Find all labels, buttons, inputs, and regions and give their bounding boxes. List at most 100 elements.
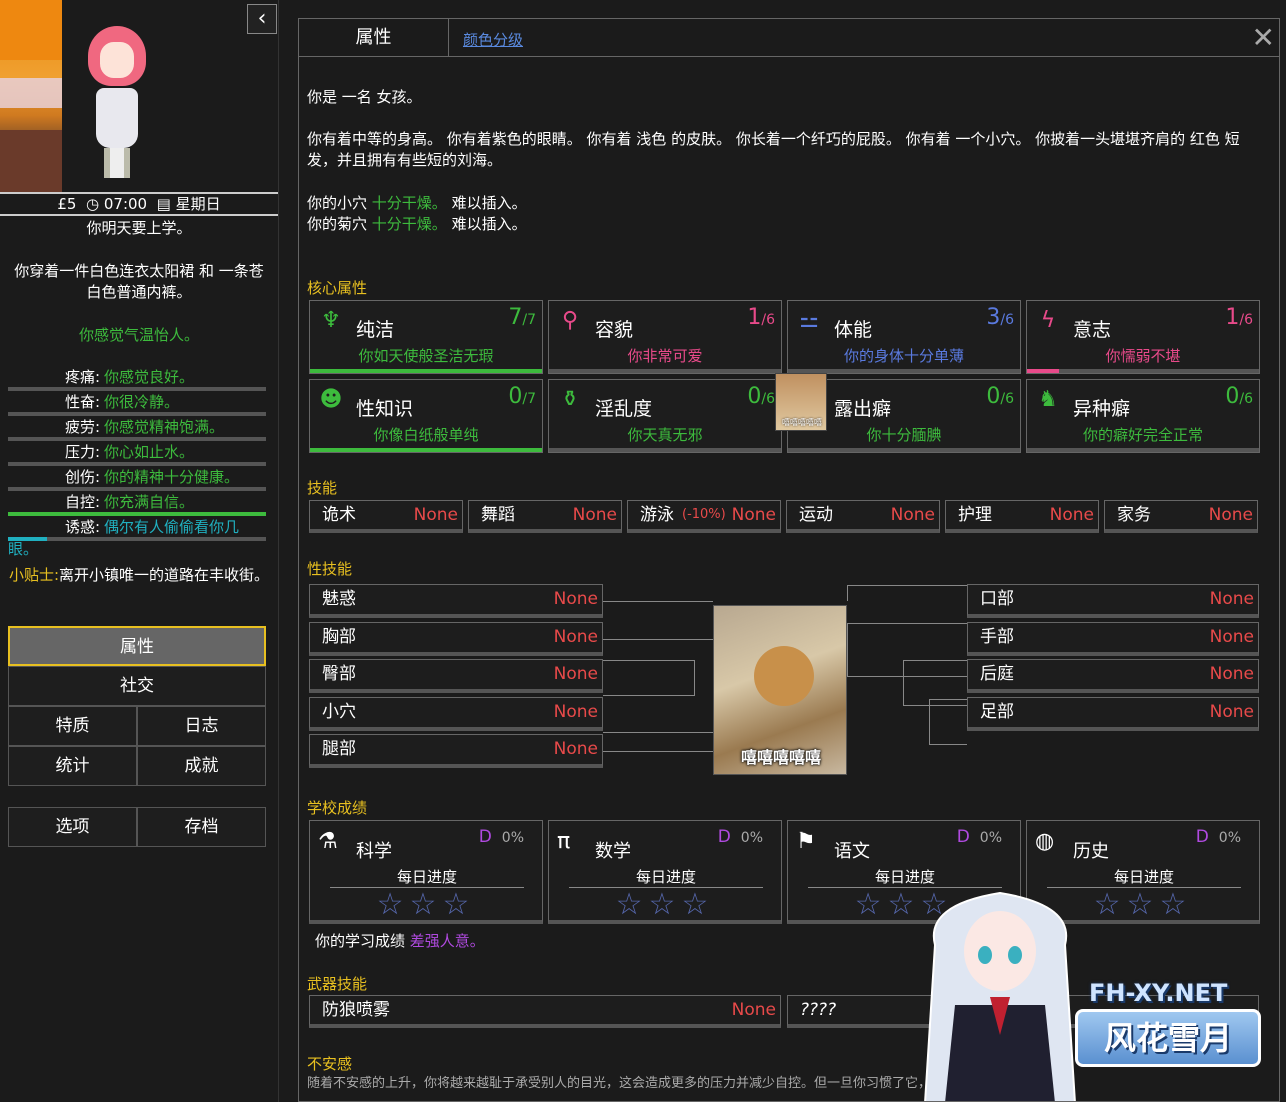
sex-skills-title: 性技能 [307, 560, 353, 578]
core-attr-name: 露出癖 [834, 398, 892, 420]
sex-skill-right[interactable]: 手部 None [967, 621, 1259, 656]
sex-skill-left[interactable]: 臀部 None [309, 659, 603, 693]
progress-stars: ☆☆☆ [376, 887, 476, 922]
skill-1[interactable]: 舞蹈 None [468, 500, 622, 533]
status-line: £5 ◷ 07:00 ▤ 星期日 [0, 192, 278, 216]
sex-skill-value: None [1209, 626, 1254, 647]
avatar-face [100, 42, 134, 78]
anus-label: 你的菊穴 [307, 215, 368, 233]
sex-skill-left[interactable]: 腿部 None [309, 734, 603, 768]
menu-attributes-button[interactable]: 属性 [8, 626, 266, 666]
core-attr-bar [1027, 448, 1259, 452]
sex-skill-name: 口部 [980, 589, 1014, 609]
weapon-skills-title: 武器技能 [307, 975, 368, 993]
doge-meme: 嘻嘻嘻嘻嘻 [713, 605, 847, 775]
skill-4[interactable]: 护理 None [945, 500, 1099, 533]
stat-row: 自控: 你充满自信。 [8, 491, 266, 516]
sex-skill-right[interactable]: 后庭 None [967, 659, 1259, 693]
tab-bar: 属性 颜色分级 ✕ [299, 19, 1279, 57]
menu-options-button[interactable]: 选项 [8, 807, 137, 847]
core-attr-score: 1/6 [747, 305, 775, 330]
gender-description: 你是 一名 女孩。 [307, 88, 422, 106]
girl-face-icon: ☻ [319, 387, 343, 412]
doge-face [754, 646, 814, 706]
attributes-panel: 属性 颜色分级 ✕ 你是 一名 女孩。 你有着中等的身高。 你有着紫色的眼睛。 … [298, 18, 1280, 1102]
globe-icon: ◍ [1035, 829, 1055, 854]
score-value: 0 [508, 384, 523, 409]
weapon-unknown-name: ???? [800, 1000, 837, 1020]
stat-value: 你充满自信。 [104, 493, 195, 511]
menu-social-button[interactable]: 社交 [8, 666, 266, 706]
sex-skill-right[interactable]: 足部 None [967, 696, 1259, 731]
grade-letter: D [717, 827, 731, 847]
core-attr-score: 0/6 [1225, 384, 1253, 409]
sex-skill-left[interactable]: 小穴 None [309, 696, 603, 731]
core-attr-name: 淫乱度 [595, 398, 653, 420]
sex-skill-value: None [1209, 589, 1254, 609]
sex-skill-name: 足部 [980, 701, 1014, 722]
daily-progress-label: 每日进度 [330, 867, 524, 888]
watermark-site: FH-XY.NET [1089, 979, 1228, 1007]
subject-grade: D 0% [1196, 827, 1241, 847]
grade-percent: 0% [979, 830, 1002, 846]
skills-title: 技能 [307, 479, 338, 497]
skill-name: 诡术 [322, 505, 356, 525]
menu-journal-button[interactable]: 日志 [137, 706, 266, 746]
chevron-left-icon: ‹ [257, 6, 267, 31]
sidebar: ‹ £5 ◷ 07:00 ▤ 星期日 你明天要上学。 你穿着一件白色连衣太阳裙 … [0, 0, 279, 1102]
subject-grade: D 0% [479, 827, 524, 847]
sex-skill-left[interactable]: 胸部 None [309, 621, 603, 656]
sex-skill-value: None [553, 664, 598, 684]
score-max: /6 [1000, 391, 1014, 407]
skill-value: None [572, 505, 617, 525]
grade-percent: 0% [1218, 830, 1241, 846]
core-attr-score: 1/6 [1225, 305, 1253, 330]
school-summary-label: 你的学习成绩 [315, 932, 406, 950]
school-subject[interactable]: π 数学 D 0% 每日进度 ☆☆☆ [548, 820, 782, 924]
core-attr-score: 3/6 [986, 305, 1014, 330]
doge-caption: 嘻嘻嘻嘻嘻 [740, 748, 821, 767]
sex-skill-name: 后庭 [980, 664, 1014, 684]
menu-saves-button[interactable]: 存档 [137, 807, 266, 847]
core-attr-halo-wings[interactable]: ♆ 纯洁 7/7 你如天使般圣洁无瑕 [309, 300, 543, 374]
sex-skill-value: None [553, 626, 598, 647]
stat-row: 诱惑: 偶尔有人偷偷看你几眼。 [8, 516, 266, 558]
weapon-skill-pepper-spray[interactable]: 防狼喷雾 None [309, 995, 781, 1028]
core-attr-girl-face[interactable]: ☻ 性知识 0/7 你像白纸般单纯 [309, 379, 543, 453]
core-attr-magnifier[interactable]: ⚲ 容貌 1/6 你非常可爱 [548, 300, 782, 374]
skill-0[interactable]: 诡术 None [309, 500, 463, 533]
stat-label: 压力: [64, 443, 100, 461]
connector-line [603, 732, 713, 733]
menu-statistics-button[interactable]: 统计 [8, 746, 137, 786]
tab-attributes[interactable]: 属性 [299, 19, 449, 57]
body-description: 你有着中等的身高。 你有着紫色的眼睛。 你有着 浅色 的皮肤。 你长着一个纤巧的… [307, 130, 1240, 169]
school-subject[interactable]: ⚗ 科学 D 0% 每日进度 ☆☆☆ [309, 820, 543, 924]
score-max: /6 [1239, 391, 1253, 407]
score-max: /7 [522, 391, 536, 407]
sex-skill-right[interactable]: 口部 None [967, 584, 1259, 618]
stat-label: 创伤: [64, 468, 100, 486]
core-attr-dog[interactable]: ♞ 异种癖 0/6 你的癖好完全正常 [1026, 379, 1260, 453]
menu-traits-button[interactable]: 特质 [8, 706, 137, 746]
core-attr-score: 0/6 [986, 384, 1014, 409]
sex-skill-left[interactable]: 魅惑 None [309, 584, 603, 618]
core-attr-dumbbell[interactable]: ⚍ 体能 3/6 你的身体十分单薄 [787, 300, 1021, 374]
collapse-sidebar-button[interactable]: ‹ [247, 4, 277, 34]
time: 07:00 [103, 195, 148, 213]
weekday: 星期日 [175, 195, 221, 213]
tab-color-grading[interactable]: 颜色分级 [463, 29, 523, 50]
sex-skill-value: None [553, 589, 598, 609]
core-attr-potion-jar[interactable]: ⚱ 淫乱度 0/6 你天真无邪 [548, 379, 782, 453]
skill-name: 家务 [1117, 505, 1151, 525]
skill-2[interactable]: 游泳 (-10%) None [627, 500, 781, 533]
subject-name: 科学 [356, 841, 392, 862]
close-icon[interactable]: ✕ [1252, 21, 1275, 54]
skill-name: 游泳 [640, 505, 674, 525]
doge-small-caption: 嘻嘻嘻嘻嘻 [782, 418, 822, 427]
core-attr-lightning[interactable]: ϟ 意志 1/6 你懦弱不堪 [1026, 300, 1260, 374]
core-attr-score: 0/7 [508, 384, 536, 409]
core-attr-bar [549, 448, 781, 452]
skill-5[interactable]: 家务 None [1104, 500, 1258, 533]
menu-achievements-button[interactable]: 成就 [137, 746, 266, 786]
skill-3[interactable]: 运动 None [786, 500, 940, 533]
